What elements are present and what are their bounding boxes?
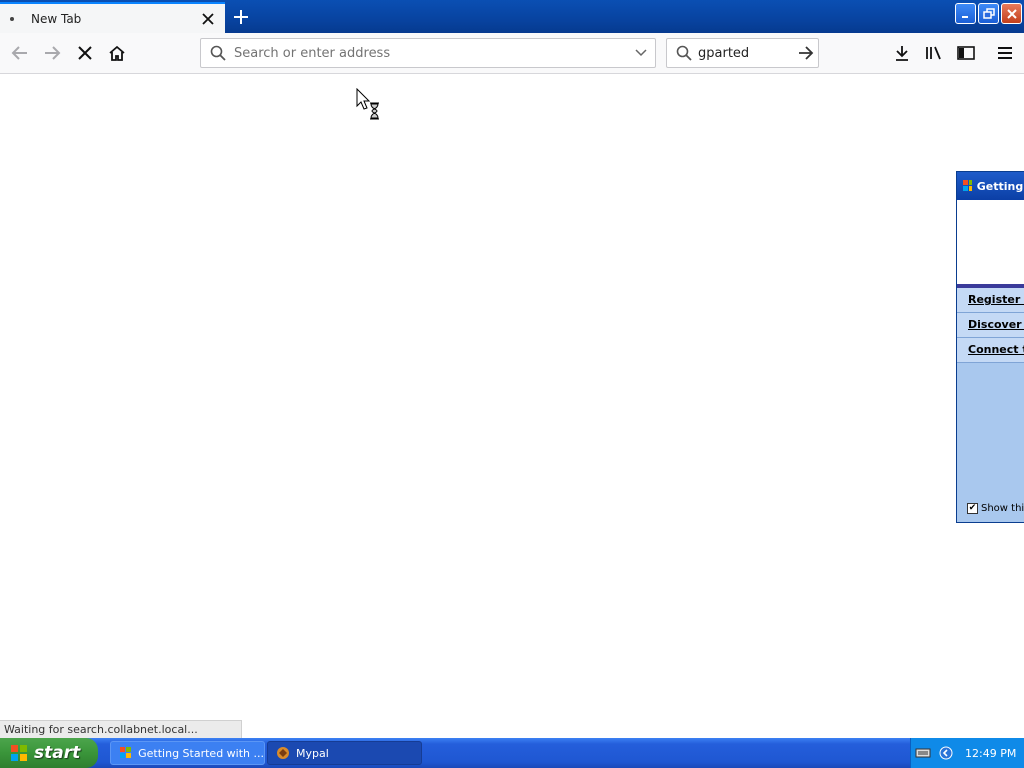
back-button[interactable]: [4, 39, 34, 67]
url-input[interactable]: [234, 45, 635, 61]
chevron-down-icon[interactable]: [635, 49, 647, 57]
windows-logo-icon: [963, 180, 972, 191]
taskbar: start Getting Started with ... Mypal 12:…: [0, 738, 1024, 768]
status-bar: Waiting for search.collabnet.local...: [0, 720, 242, 738]
url-bar[interactable]: [200, 38, 656, 68]
search-bar[interactable]: [666, 38, 819, 68]
search-icon: [676, 45, 692, 61]
taskbar-item-label: Getting Started with ...: [138, 746, 264, 760]
sidebar-button[interactable]: [951, 39, 981, 67]
register-link[interactable]: Register N: [957, 288, 1024, 313]
navigation-toolbar: [0, 33, 1024, 74]
new-tab-button[interactable]: [229, 5, 253, 29]
minimize-icon: [961, 15, 968, 18]
start-button[interactable]: start: [0, 738, 98, 768]
minimize-button[interactable]: [955, 3, 976, 24]
tab-loading-icon: [10, 16, 14, 21]
show-at-startup-option[interactable]: ✔ Show this: [967, 503, 1024, 514]
tray-expand-icon[interactable]: [939, 746, 953, 760]
browser-titlebar: New Tab: [0, 0, 1024, 33]
keyboard-icon[interactable]: [915, 747, 931, 759]
window-controls: [955, 3, 1022, 24]
library-button[interactable]: [919, 39, 949, 67]
close-icon: [202, 12, 214, 25]
start-label: start: [34, 743, 81, 763]
search-icon: [210, 45, 226, 61]
system-tray: 12:49 PM: [910, 738, 1024, 768]
getting-started-banner: [957, 200, 1024, 288]
getting-started-window[interactable]: Getting S Register N Discover V Connect …: [956, 171, 1024, 523]
show-checkbox-label: Show this: [981, 503, 1024, 514]
search-input[interactable]: [698, 45, 790, 61]
back-arrow-icon: [11, 46, 27, 60]
forward-arrow-icon: [45, 46, 61, 60]
windows-logo-icon: [11, 745, 27, 761]
tab-title: New Tab: [31, 11, 82, 26]
download-icon: [896, 46, 908, 61]
windows-logo-icon: [120, 747, 131, 758]
busy-cursor-icon: [356, 87, 384, 126]
discover-link[interactable]: Discover V: [957, 313, 1024, 338]
taskbar-item-mypal[interactable]: Mypal: [267, 741, 422, 765]
hamburger-icon: [998, 47, 1012, 59]
mypal-icon: [277, 747, 289, 759]
getting-started-title: Getting S: [976, 179, 1024, 193]
show-checkbox[interactable]: ✔: [967, 503, 978, 514]
home-button[interactable]: [102, 39, 132, 67]
go-arrow-icon[interactable]: [798, 46, 814, 60]
sidebar-icon: [957, 46, 975, 60]
library-icon: [926, 46, 941, 60]
downloads-button[interactable]: [887, 39, 917, 67]
close-window-button[interactable]: [1001, 3, 1022, 24]
taskbar-item-getting-started[interactable]: Getting Started with ...: [110, 741, 265, 765]
forward-button[interactable]: [38, 39, 68, 67]
restore-icon: [982, 7, 995, 19]
close-icon: [1006, 8, 1017, 19]
menu-button[interactable]: [990, 39, 1020, 67]
tab-new-tab[interactable]: New Tab: [0, 2, 225, 33]
home-icon: [109, 45, 125, 61]
clock[interactable]: 12:49 PM: [965, 747, 1016, 760]
restore-button[interactable]: [978, 3, 999, 24]
taskbar-item-label: Mypal: [296, 746, 329, 760]
tab-close-button[interactable]: [197, 8, 219, 30]
stop-button[interactable]: [70, 39, 100, 67]
plus-icon: [234, 10, 248, 24]
page-content[interactable]: [0, 74, 1024, 738]
getting-started-titlebar[interactable]: Getting S: [957, 172, 1024, 200]
connect-link[interactable]: Connect to: [957, 338, 1024, 363]
stop-icon: [78, 46, 92, 60]
